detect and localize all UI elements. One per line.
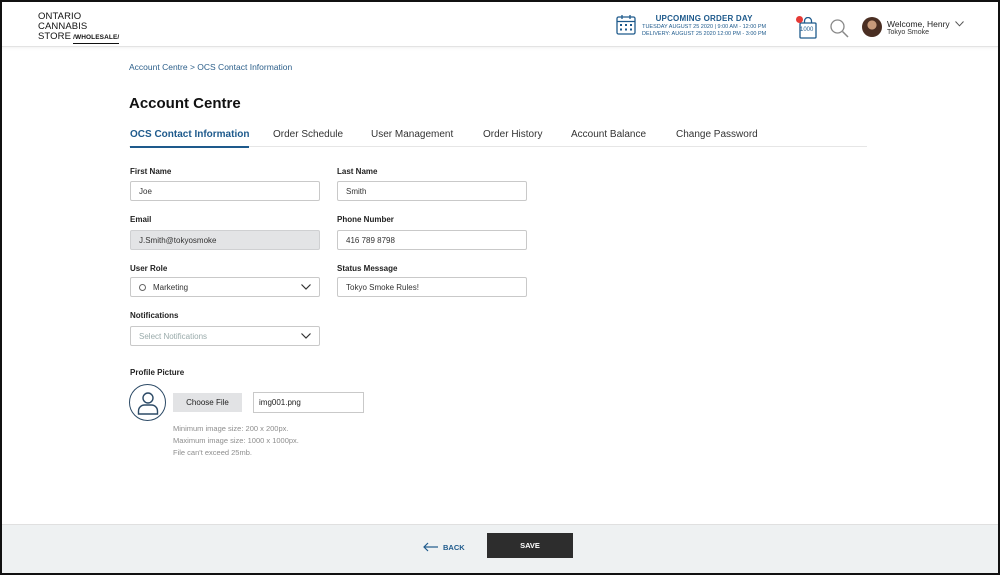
hint-file-size: File can't exceed 25mb. [173,448,252,457]
first-name-label: First Name [130,167,172,176]
user-role-value: Marketing [153,282,189,292]
top-header: ONTARIO CANNABIS STORE /WHOLESALE/ UPCOM… [0,0,1000,47]
tab-order-schedule[interactable]: Order Schedule [273,129,343,146]
phone-number-label: Phone Number [337,215,394,224]
calendar-icon [616,15,636,35]
user-role-select[interactable]: Marketing [130,277,320,297]
page-title: Account Centre [129,95,241,112]
phone-number-input[interactable]: 416 789 8798 [337,230,527,250]
tab-change-password[interactable]: Change Password [676,129,758,146]
company-name: Tokyo Smoke [887,29,930,36]
email-label: Email [130,215,152,224]
upcoming-order-day[interactable]: UPCOMING ORDER DAY TUESDAY AUGUST 25 202… [616,14,766,37]
profile-picture-label: Profile Picture [130,368,185,377]
notifications-select[interactable]: Select Notifications [130,326,320,346]
account-tabs: OCS Contact Information Order Schedule U… [129,126,867,148]
chevron-down-icon [955,21,964,27]
status-message-input[interactable]: Tokyo Smoke Rules! [337,277,527,297]
user-icon [137,391,158,415]
cart-notification-dot [796,16,803,23]
hint-min-size: Minimum image size: 200 x 200px. [173,424,289,433]
notifications-placeholder: Select Notifications [139,331,208,341]
search-icon[interactable] [829,18,849,38]
file-name-field: img001.png [253,392,364,413]
cart-count: 1000 [800,27,814,33]
order-day-time: TUESDAY AUGUST 25 2020 | 9:00 AM - 12:00… [642,24,767,30]
tab-account-balance[interactable]: Account Balance [571,129,646,146]
logo-wholesale: /WHOLESALE/ [73,33,120,44]
user-role-label: User Role [130,264,168,273]
tab-user-management[interactable]: User Management [371,129,453,146]
tab-ocs-contact-information[interactable]: OCS Contact Information [130,129,250,148]
choose-file-button[interactable]: Choose File [173,393,242,412]
welcome-text: Welcome, Henry [887,19,950,29]
first-name-input[interactable]: Joe [130,181,320,201]
hint-max-size: Maximum image size: 1000 x 1000px. [173,436,299,445]
last-name-input[interactable]: Smith [337,181,527,201]
user-menu[interactable]: Welcome, Henry [887,19,964,29]
tab-order-history[interactable]: Order History [483,129,542,146]
breadcrumb[interactable]: Account Centre > OCS Contact Information [129,62,292,72]
last-name-label: Last Name [337,167,378,176]
user-avatar[interactable] [862,17,882,37]
arrow-left-icon [423,542,438,552]
logo-line-3: STORE [38,31,72,42]
status-message-label: Status Message [337,264,398,273]
chevron-down-icon [301,284,311,290]
chevron-down-icon [301,333,311,339]
ocs-wholesale-logo[interactable]: ONTARIO CANNABIS STORE /WHOLESALE/ [38,12,120,44]
save-button[interactable]: SAVE [487,533,573,558]
delivery-time: DELIVERY: AUGUST 25 2020 12:00 PM - 3:00… [642,31,767,37]
order-day-title: UPCOMING ORDER DAY [655,14,753,23]
radio-circle-icon [139,283,146,291]
email-field: J.Smith@tokyosmoke [130,230,320,250]
profile-picture-placeholder [129,384,166,421]
back-label: BACK [443,542,465,552]
notifications-label: Notifications [130,311,179,320]
back-button[interactable]: BACK [423,542,465,552]
cart-button[interactable]: 1000 [796,16,818,39]
